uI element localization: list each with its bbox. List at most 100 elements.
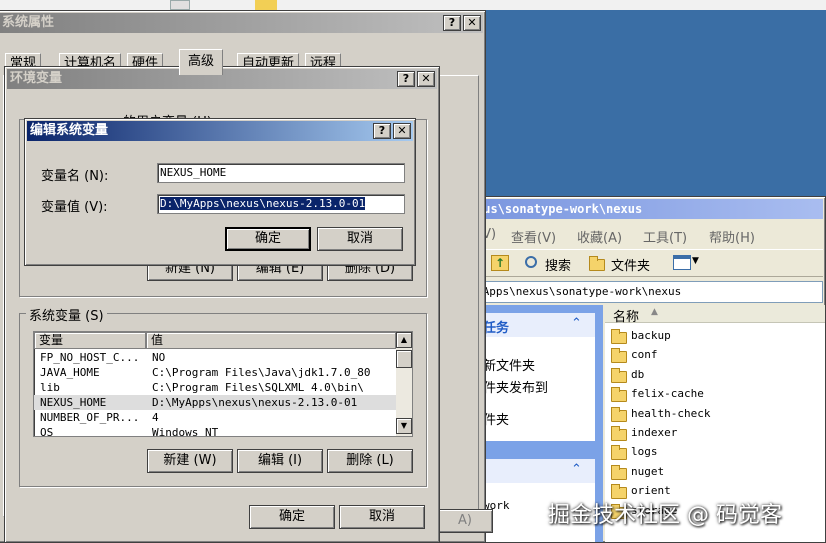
- folder-icon: [611, 426, 627, 441]
- variable-name-cell: NEXUS_HOME: [40, 396, 107, 409]
- sort-ascending-icon: ▲: [651, 307, 658, 317]
- table-row[interactable]: FP_NO_HOST_C... NO: [34, 350, 396, 365]
- folder-name: indexer: [631, 426, 678, 439]
- folder-icon: [611, 445, 627, 461]
- list-item[interactable]: backup: [609, 327, 819, 345]
- collapse-icon[interactable]: ⌃: [571, 462, 582, 477]
- up-folder-icon[interactable]: ↑: [491, 255, 509, 271]
- explorer-window: xus\sonatype-work\nexus (V) 查看(V) 收藏(A) …: [470, 196, 826, 543]
- menu-item-favorites[interactable]: 收藏(A): [577, 227, 622, 246]
- name-column-header[interactable]: 名称 ▲: [605, 305, 825, 325]
- system-delete-button[interactable]: 删除 (L): [327, 449, 413, 473]
- folder-name: backup: [631, 329, 671, 342]
- variable-value-cell: C:\Program Files\Java\jdk1.7.0_80: [152, 366, 371, 379]
- task-share-folder[interactable]: 件夹: [483, 409, 509, 428]
- variable-name-cell: lib: [40, 381, 60, 394]
- system-variables-list[interactable]: 变量 值 FP_NO_HOST_C... NO JAVA_HOME C:\Progra…: [33, 331, 413, 437]
- variable-name-cell: FP_NO_HOST_C...: [40, 351, 140, 364]
- menu-item-view[interactable]: 查看(V): [511, 227, 556, 246]
- folder-icon: [611, 348, 627, 364]
- variable-value-label: 变量值 (V):: [41, 200, 108, 215]
- table-row[interactable]: JAVA_HOME C:\Program Files\Java\jdk1.7.0_…: [34, 365, 396, 380]
- table-row[interactable]: NUMBER_OF_PR... 4: [34, 410, 396, 425]
- menu-item-help[interactable]: 帮助(H): [709, 227, 755, 246]
- edit-cancel-button[interactable]: 取消: [317, 227, 403, 251]
- folder-name: felix-cache: [631, 387, 704, 401]
- menu-item-tools[interactable]: 工具(T): [643, 227, 687, 246]
- task-panel-title: 任务: [483, 321, 510, 336]
- explorer-toolbar: ↑ 搜索 文件夹 ▼: [473, 249, 823, 277]
- list-item[interactable]: nuget: [609, 463, 819, 481]
- search-button[interactable]: 搜索: [545, 255, 571, 274]
- variable-name-cell: NUMBER_OF_PR...: [40, 411, 140, 424]
- tab-advanced[interactable]: 高级: [179, 49, 224, 75]
- folders-icon: [589, 256, 605, 271]
- views-dropdown-icon[interactable]: ▼: [692, 256, 699, 266]
- column-header-variable[interactable]: 变量: [34, 332, 146, 349]
- desktop-icon[interactable]: [255, 0, 277, 10]
- variable-name-field[interactable]: NEXUS_HOME: [157, 163, 405, 183]
- variable-value-field[interactable]: D:\MyApps\nexus\nexus-2.13.0-01: [157, 194, 405, 214]
- list-item[interactable]: logs: [609, 443, 819, 461]
- variable-value-selection: D:\MyApps\nexus\nexus-2.13.0-01: [160, 197, 366, 210]
- folder-icon: [611, 464, 627, 480]
- folder-icon: [611, 367, 627, 383]
- env-ok-button[interactable]: 确定: [249, 505, 335, 529]
- list-item[interactable]: db: [609, 366, 819, 384]
- edit-ok-button[interactable]: 确定: [225, 227, 311, 251]
- explorer-menubar: (V) 查看(V) 收藏(A) 工具(T) 帮助(H): [473, 223, 823, 247]
- task-panel-header[interactable]: 任务 ⌃: [473, 313, 595, 337]
- variable-value-cell: NO: [152, 351, 166, 364]
- list-item[interactable]: conf: [609, 346, 819, 364]
- close-button[interactable]: ✕: [417, 71, 435, 87]
- table-row[interactable]: lib C:\Program Files\SQLXML 4.0\bin\: [34, 380, 396, 395]
- edit-variable-titlebar[interactable]: 编辑系统变量 ? ✕: [27, 121, 413, 141]
- variable-value-cell: D:\MyApps\nexus\nexus-2.13.0-01: [152, 396, 358, 409]
- variable-value-cell: 4: [152, 411, 159, 424]
- help-button[interactable]: ?: [397, 71, 415, 87]
- task-new-folder[interactable]: 新文件夹: [483, 355, 535, 374]
- folder-name: conf: [631, 348, 658, 362]
- folder-icon: [611, 387, 627, 403]
- variable-name-cell: JAVA_HOME: [40, 366, 100, 379]
- variable-value-cell: Windows NT: [152, 426, 219, 437]
- views-icon[interactable]: [673, 255, 691, 270]
- explorer-titlebar[interactable]: xus\sonatype-work\nexus: [473, 199, 823, 219]
- edit-system-variable-dialog: 编辑系统变量 ? ✕ 变量名 (N): NEXUS_HOME 变量值 (V): …: [24, 118, 416, 266]
- task-publish-folder[interactable]: 件夹发布到: [483, 377, 548, 396]
- folder-icon: [611, 329, 627, 344]
- table-row[interactable]: NEXUS_HOME D:\MyApps\nexus\nexus-2.13.0-0…: [34, 395, 396, 410]
- system-new-button[interactable]: 新建 (W): [147, 449, 233, 473]
- system-variables-label: 系统变量 (S): [26, 305, 107, 324]
- env-cancel-button[interactable]: 取消: [339, 505, 425, 529]
- collapse-icon[interactable]: ⌃: [571, 316, 582, 331]
- address-bar[interactable]: yApps\nexus\sonatype-work\nexus: [473, 281, 823, 303]
- help-button[interactable]: ?: [443, 15, 461, 31]
- list-item[interactable]: indexer: [609, 424, 819, 442]
- table-row[interactable]: OS Windows NT: [34, 425, 396, 437]
- list-item[interactable]: felix-cache: [609, 385, 819, 403]
- folder-name: health-check: [631, 406, 711, 420]
- scroll-thumb[interactable]: [396, 350, 412, 368]
- help-button[interactable]: ?: [373, 123, 391, 139]
- system-properties-title: 系统属性: [2, 15, 55, 30]
- list-scrollbar[interactable]: ▲ ▼: [396, 332, 412, 436]
- other-places-header[interactable]: ⌃: [473, 459, 595, 483]
- desktop-icon[interactable]: [170, 0, 190, 10]
- edit-variable-title: 编辑系统变量: [30, 123, 109, 138]
- explorer-title: xus\sonatype-work\nexus: [476, 202, 643, 216]
- scroll-down-icon[interactable]: ▼: [396, 418, 412, 434]
- folder-name: orient: [631, 484, 671, 498]
- folders-button[interactable]: 文件夹: [611, 255, 650, 274]
- system-properties-titlebar[interactable]: 系统属性 ? ✕: [0, 13, 483, 33]
- scroll-up-icon[interactable]: ▲: [396, 332, 412, 348]
- desktop-icon-strip: [0, 0, 826, 10]
- close-button[interactable]: ✕: [463, 15, 481, 31]
- apply-button-label: A): [458, 513, 472, 528]
- close-button[interactable]: ✕: [393, 123, 411, 139]
- folder-name: db: [631, 367, 645, 381]
- column-header-value[interactable]: 值: [146, 332, 396, 349]
- system-edit-button[interactable]: 编辑 (I): [237, 449, 323, 473]
- list-item[interactable]: health-check: [609, 405, 819, 423]
- name-column-label: 名称: [613, 310, 640, 325]
